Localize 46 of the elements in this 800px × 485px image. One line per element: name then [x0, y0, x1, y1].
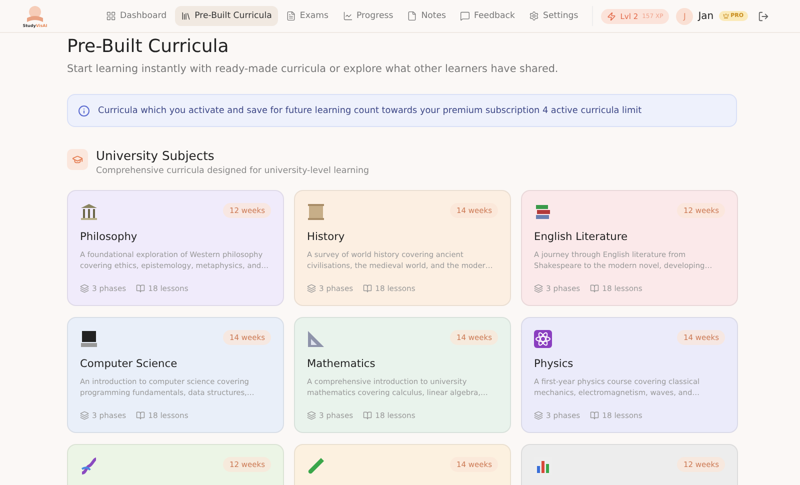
user-name: Jan [698, 10, 714, 22]
section-subtitle: Comprehensive curricula designed for university-level learning [96, 166, 370, 176]
info-icon [78, 104, 90, 116]
document-icon [286, 11, 296, 21]
nav-tab[interactable]: Exams [280, 6, 335, 26]
nav-tab[interactable]: Feedback [454, 6, 521, 26]
settings-icon [528, 11, 539, 21]
file-icon [407, 11, 418, 21]
line-chart-icon [342, 11, 353, 21]
nav-tab[interactable]: Pre-Built Curricula [174, 6, 278, 26]
book-icon [590, 411, 600, 420]
scroll-icon [307, 203, 325, 221]
card-title: Computer Science [80, 358, 178, 370]
page-subtitle: Start learning instantly with ready-made curricula or explore what other learners have shared. [67, 63, 560, 75]
card-title: Philosophy [80, 231, 138, 243]
nav-tab[interactable]: Settings [522, 6, 584, 26]
book-icon [363, 411, 372, 420]
layers-icon [80, 284, 89, 293]
layers-icon [307, 411, 316, 420]
chat-icon [460, 11, 470, 21]
card-title: History [307, 231, 346, 243]
nav-tab[interactable]: Dashboard [100, 6, 173, 26]
notice-text: Curricula which you activate and save for future learning count towards your premium subscription 4 active curricula limit [98, 106, 642, 116]
book-icon [136, 411, 146, 420]
atom-icon [534, 330, 552, 348]
section-title: University Subjects [96, 149, 216, 163]
layers-icon [80, 411, 89, 420]
page-title: Pre-Built Curricula [67, 36, 230, 57]
book-icon [590, 284, 600, 293]
logout-icon[interactable] [758, 10, 769, 22]
graduation-cap-icon [67, 149, 88, 170]
book-stack-icon [534, 203, 552, 221]
layers-icon [534, 411, 543, 420]
nav-tab[interactable]: Notes [401, 6, 452, 26]
card-title: Mathematics [307, 358, 376, 370]
nav-tab[interactable]: Progress [336, 6, 400, 26]
book-icon [136, 284, 146, 293]
card-title: Physics [534, 358, 574, 370]
layers-icon [534, 284, 543, 293]
columned-building-icon [80, 203, 98, 221]
books-icon [180, 11, 191, 21]
layers-icon [307, 284, 316, 293]
card-title: English Literature [534, 231, 628, 243]
laptop-icon [80, 330, 98, 348]
book-icon [363, 284, 372, 293]
grid-icon [106, 11, 116, 21]
